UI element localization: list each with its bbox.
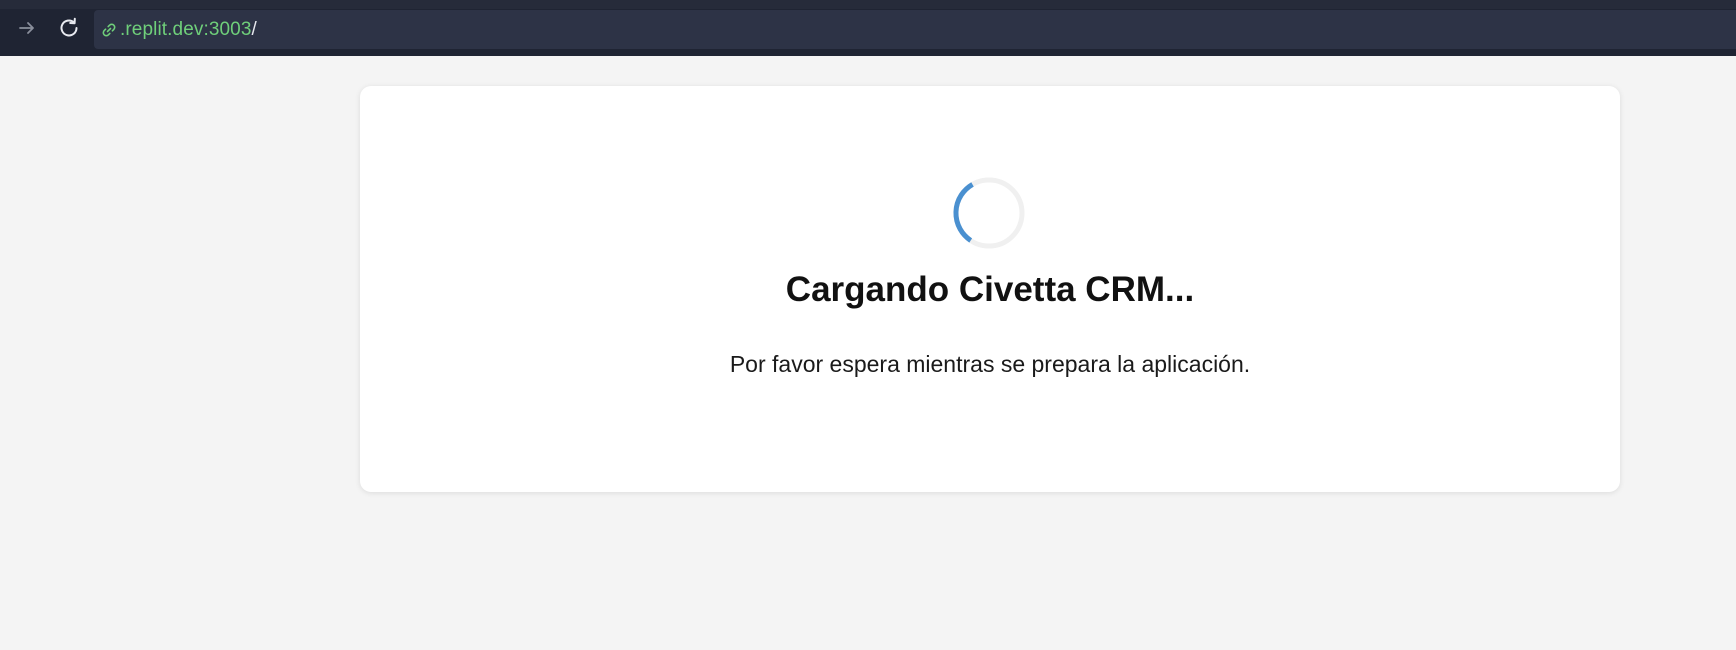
url-host: .replit.dev:3003 [120,18,252,40]
address-bar[interactable]: .replit.dev:3003/ [94,10,1736,49]
url-text[interactable]: .replit.dev:3003/ [120,19,257,41]
url-path: / [251,18,257,40]
link-icon [100,21,118,39]
forward-button[interactable] [15,16,39,40]
loading-title: Cargando Civetta CRM... [785,270,1195,309]
loading-message: Por favor espera mientras se prepara la … [729,351,1251,377]
reload-icon [60,17,78,37]
loading-spinner-icon [953,177,1025,249]
reload-button[interactable] [57,16,81,40]
loading-card: Cargando Civetta CRM... Por favor espera… [360,86,1620,492]
arrow-right-icon [19,22,34,34]
browser-toolbar: .replit.dev:3003/ [0,0,1736,56]
tab-strip [0,0,1736,9]
